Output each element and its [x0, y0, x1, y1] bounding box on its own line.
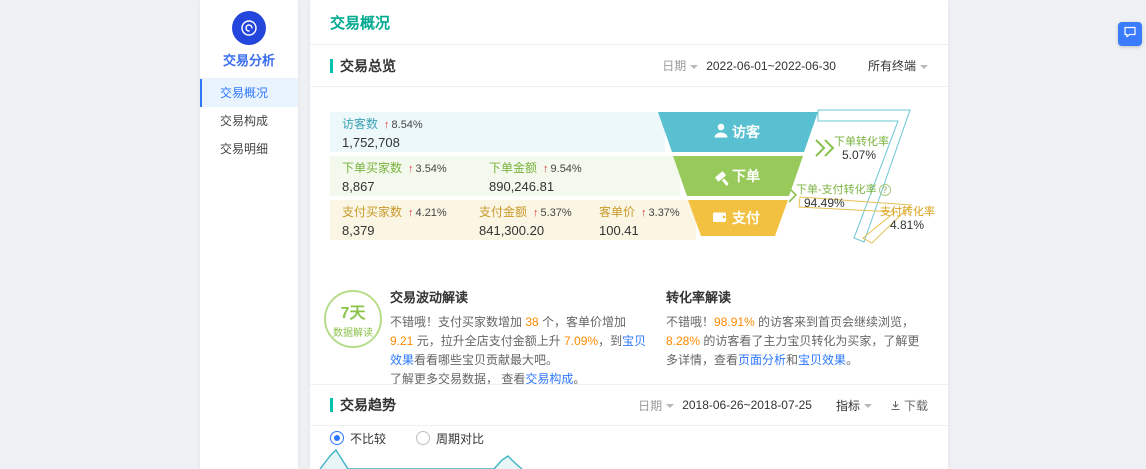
- seven-day-insight-badge: 7天 数据解读: [324, 290, 382, 348]
- metric-order-buyers: 下单买家数3.54% 8,867: [330, 159, 477, 194]
- metric-row-order: 下单买家数3.54% 8,867 下单金额9.54% 890,246.81: [330, 156, 680, 196]
- conversion-rate-insight: 转化率解读 不错哦！98.91% 的访客来到首页会继续浏览，8.28% 的访客看…: [666, 287, 924, 370]
- highlight-number: 7.09%: [564, 334, 598, 348]
- main-panel: 交易概况 交易总览 日期 2022-06-01~2022-06-30 所有终端 …: [310, 0, 948, 469]
- metric-pay-amount: 支付金额5.37% 841,300.20: [467, 203, 587, 238]
- chevron-down-icon: [920, 65, 928, 69]
- transaction-analysis-page: 交易分析 交易概况 交易构成 交易明细 交易概况 交易总览 日期 2022-06…: [0, 0, 1146, 469]
- trade-fluctuation-insight: 交易波动解读 不错哦！支付买家数增加 38 个，客单价增加 9.21 元，拉升全…: [390, 287, 652, 389]
- up-arrow-icon: [641, 207, 647, 219]
- highlight-number: 8.28%: [666, 334, 700, 348]
- terminal-dropdown[interactable]: 所有终端: [868, 57, 928, 74]
- sidebar-item-trade-composition[interactable]: 交易构成: [200, 107, 298, 135]
- trend-date-range[interactable]: 2018-06-26~2018-07-25: [682, 398, 812, 412]
- pay-conversion-rate-label: 支付转化率: [880, 203, 935, 219]
- sidebar: 交易分析 交易概况 交易构成 交易明细: [200, 0, 298, 469]
- chat-button[interactable]: [1118, 22, 1142, 46]
- funnel-stage-pay[interactable]: 支付: [688, 200, 788, 236]
- overview-date-dropdown[interactable]: 日期: [662, 57, 698, 74]
- up-arrow-icon: [408, 207, 414, 219]
- chevron-right-icon: [816, 140, 824, 156]
- item-effect-link[interactable]: 宝贝效果: [798, 353, 846, 367]
- up-arrow-icon: [384, 119, 390, 131]
- highlight-number: 98.91%: [714, 315, 755, 329]
- chevron-right-icon: [825, 140, 833, 156]
- metric-row-visitor: 访客数8.54% 1,752,708: [330, 112, 665, 152]
- order-pay-conversion-rate-value: 94.49%: [804, 196, 845, 210]
- radio-period-compare[interactable]: 周期对比: [416, 430, 484, 447]
- sidebar-title: 交易分析: [200, 50, 298, 69]
- up-arrow-icon: [543, 163, 549, 175]
- overview-section-title: 交易总览: [330, 56, 396, 76]
- svg-text:下单: 下单: [732, 168, 760, 184]
- help-icon[interactable]: ?: [879, 184, 891, 196]
- order-pay-conversion-rate-label: 下单-支付转化率?: [796, 181, 891, 197]
- download-button[interactable]: 下载: [890, 397, 928, 414]
- svg-text:访客: 访客: [732, 124, 761, 140]
- chevron-down-icon: [690, 65, 698, 69]
- up-arrow-icon: [533, 207, 539, 219]
- pay-conversion-rate-value: 4.81%: [890, 218, 924, 232]
- radio-selected-icon: [330, 431, 344, 445]
- order-conversion-rate-value: 5.07%: [842, 148, 876, 162]
- svg-text:支付: 支付: [731, 210, 760, 226]
- radio-no-compare[interactable]: 不比较: [330, 430, 386, 447]
- metric-row-pay: 支付买家数4.21% 8,379 支付金额5.37% 841,300.20 客单…: [330, 200, 696, 240]
- app-logo-icon: [232, 11, 266, 45]
- sidebar-item-trade-detail[interactable]: 交易明细: [200, 135, 298, 163]
- trend-line-chart: [310, 448, 948, 469]
- overview-date-range[interactable]: 2022-06-01~2022-06-30: [706, 59, 836, 73]
- metric-order-amount: 下单金额9.54% 890,246.81: [477, 159, 582, 194]
- radio-unselected-icon: [416, 431, 430, 445]
- page-title: 交易概况: [330, 12, 390, 33]
- wallet-icon: [713, 213, 726, 223]
- download-icon: [890, 400, 901, 411]
- overview-section-header: 交易总览 日期 2022-06-01~2022-06-30 所有终端: [310, 45, 948, 87]
- chat-bubble-icon: [1123, 25, 1137, 44]
- trend-date-dropdown[interactable]: 日期: [638, 397, 674, 414]
- metric-pay-buyers: 支付买家数4.21% 8,379: [330, 203, 467, 238]
- highlight-number: 9.21: [390, 334, 413, 348]
- chevron-down-icon: [864, 404, 872, 408]
- trend-section-header: 交易趋势 日期 2018-06-26~2018-07-25 指标 下载: [310, 384, 948, 426]
- trend-section-title: 交易趋势: [330, 395, 396, 415]
- chevron-down-icon: [666, 404, 674, 408]
- sidebar-item-trade-overview[interactable]: 交易概况: [200, 79, 298, 107]
- metric-visitor-count: 访客数8.54% 1,752,708: [330, 115, 423, 150]
- page-header: 交易概况: [310, 0, 948, 45]
- funnel-stage-visitor[interactable]: 访客: [658, 112, 818, 152]
- page-analysis-link[interactable]: 页面分析: [738, 353, 786, 367]
- order-conversion-rate-label: 下单转化率: [834, 133, 889, 149]
- sidebar-header: 交易分析: [200, 11, 298, 79]
- highlight-number: 38: [525, 315, 538, 329]
- metric-dropdown[interactable]: 指标: [836, 397, 872, 414]
- funnel-stage-order[interactable]: 下单: [673, 156, 803, 196]
- up-arrow-icon: [408, 163, 414, 175]
